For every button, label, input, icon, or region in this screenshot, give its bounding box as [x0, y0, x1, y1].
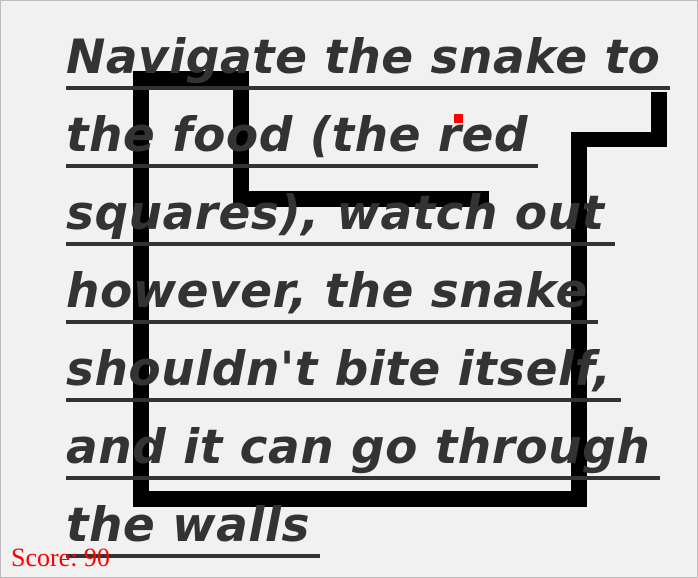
instructions-text: Navigate the snake to the food (the red …	[66, 19, 671, 565]
instruction-line: the walls	[66, 487, 670, 565]
instruction-line: the food (the red	[66, 97, 670, 175]
instruction-line: however, the snake	[66, 253, 670, 331]
instruction-line: squares), watch out	[66, 175, 670, 253]
game-board[interactable]: Navigate the snake to the food (the red …	[0, 0, 698, 578]
instruction-line: shouldn't bite itself,	[66, 331, 670, 409]
instruction-line: and it can go through	[66, 409, 670, 487]
instruction-line: Navigate the snake to	[66, 19, 671, 97]
score-display: Score: 90	[11, 543, 110, 572]
